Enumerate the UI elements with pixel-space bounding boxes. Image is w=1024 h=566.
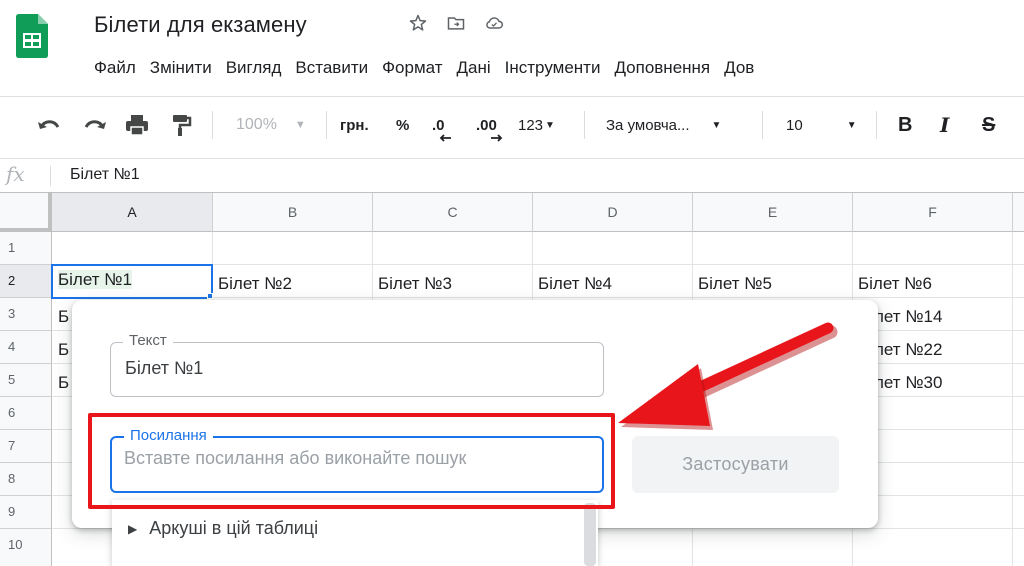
apply-button[interactable]: Застосувати xyxy=(632,436,839,493)
cell-a2[interactable]: Білет №1 xyxy=(51,264,213,299)
cell-d2[interactable]: Білет №4 xyxy=(538,274,612,294)
chevron-down-icon: ▼ xyxy=(545,119,555,131)
fill-handle[interactable] xyxy=(207,293,213,299)
percent-format-button[interactable]: % xyxy=(396,97,409,153)
move-to-folder-icon[interactable] xyxy=(444,11,468,35)
cell-f4[interactable]: лет №22 xyxy=(874,340,942,360)
increase-decimals-label: .00 xyxy=(476,116,497,134)
menu-tools[interactable]: Інструменти xyxy=(505,58,601,78)
link-text-field[interactable]: Текст Білет №1 xyxy=(110,332,604,397)
formula-input[interactable]: Білет №1 xyxy=(70,166,140,184)
menu-data[interactable]: Дані xyxy=(457,58,491,78)
font-family-select[interactable]: За умовча... ▼ xyxy=(606,97,721,153)
menu-bar: Файл Змінити Вигляд Вставити Формат Дані… xyxy=(94,58,768,78)
column-header-f[interactable]: F xyxy=(853,193,1013,232)
font-size-select[interactable]: 10 ▼ xyxy=(786,97,857,153)
chevron-down-icon: ▼ xyxy=(711,119,722,131)
zoom-value: 100% xyxy=(236,116,277,133)
chevron-down-icon: ▼ xyxy=(294,119,306,131)
row-header-8[interactable]: 8 xyxy=(0,463,52,496)
row-header-3[interactable]: 3 xyxy=(0,298,52,331)
number-format-select[interactable]: 123 ▼ xyxy=(518,97,555,153)
row-header-5[interactable]: 5 xyxy=(0,364,52,397)
paint-format-icon[interactable] xyxy=(170,97,192,153)
annotation-arrow-icon xyxy=(618,322,838,430)
sheets-in-spreadsheet-item[interactable]: ▶ Аркуші в цій таблиці xyxy=(128,518,318,539)
currency-format-button[interactable]: грн. xyxy=(340,97,369,153)
menu-insert[interactable]: Вставити xyxy=(295,58,368,78)
number-format-label: 123 xyxy=(518,116,544,134)
cell-f2[interactable]: Білет №6 xyxy=(858,274,932,294)
formula-bar: fx Білет №1 xyxy=(0,158,1024,192)
triangle-right-icon: ▶ xyxy=(128,521,138,536)
row-header-2[interactable]: 2 xyxy=(0,265,52,298)
print-icon[interactable] xyxy=(124,97,150,153)
sheets-logo-icon[interactable] xyxy=(16,14,48,58)
italic-button[interactable]: I xyxy=(940,97,949,153)
row-header-7[interactable]: 7 xyxy=(0,430,52,463)
menu-view[interactable]: Вигляд xyxy=(226,58,282,78)
cell-a3[interactable]: Б xyxy=(58,307,69,327)
cell-f5[interactable]: лет №30 xyxy=(874,373,942,393)
decrease-decimals-label: .0 xyxy=(432,116,445,134)
bold-button[interactable]: B xyxy=(898,97,912,153)
document-title[interactable]: Білети для екзамену xyxy=(94,12,307,38)
font-size-value: 10 xyxy=(786,116,803,134)
undo-icon[interactable] xyxy=(36,97,62,153)
row-header-1[interactable]: 1 xyxy=(0,232,52,265)
menu-format[interactable]: Формат xyxy=(382,58,442,78)
link-text-label: Текст xyxy=(123,332,173,349)
cell-f3[interactable]: лет №14 xyxy=(874,307,942,327)
menu-help[interactable]: Дов xyxy=(724,58,754,78)
sheets-in-spreadsheet-label: Аркуші в цій таблиці xyxy=(149,518,319,538)
decrease-decimals-button[interactable]: .0 xyxy=(432,97,451,153)
row-header-4[interactable]: 4 xyxy=(0,331,52,364)
star-icon[interactable] xyxy=(406,11,430,35)
chevron-down-icon: ▼ xyxy=(846,119,857,131)
redo-icon[interactable] xyxy=(82,97,108,153)
cell-c2[interactable]: Білет №3 xyxy=(378,274,452,294)
row-header-10[interactable]: 10 xyxy=(0,529,52,566)
fx-icon: fx xyxy=(6,162,25,186)
column-header-a[interactable]: A xyxy=(52,193,213,232)
select-all-corner[interactable] xyxy=(0,193,52,232)
link-suggestions-dropdown: ▶ Аркуші в цій таблиці xyxy=(112,500,598,566)
link-text-value: Білет №1 xyxy=(125,358,204,378)
toolbar: 100% ▼ грн. % .0 .00 123 ▼ За умовча... ▼ 1… xyxy=(0,96,1024,152)
zoom-select[interactable]: 100% ▼ xyxy=(236,97,306,153)
row-header-9[interactable]: 9 xyxy=(0,496,52,529)
cell-a4[interactable]: Б xyxy=(58,340,69,360)
annotation-highlight-box xyxy=(88,413,615,509)
column-header-c[interactable]: C xyxy=(373,193,533,232)
increase-decimals-button[interactable]: .00 xyxy=(476,97,503,153)
cloud-status-icon[interactable] xyxy=(482,11,506,35)
column-header-d[interactable]: D xyxy=(533,193,693,232)
cell-e2[interactable]: Білет №5 xyxy=(698,274,772,294)
row-header-6[interactable]: 6 xyxy=(0,397,52,430)
column-header-b[interactable]: B xyxy=(213,193,373,232)
strikethrough-button[interactable]: S xyxy=(982,97,995,153)
dropdown-scrollbar[interactable] xyxy=(584,503,596,566)
font-family-value: За умовча... xyxy=(606,116,690,134)
cell-a5[interactable]: Б xyxy=(58,373,69,393)
cell-b2[interactable]: Білет №2 xyxy=(218,274,292,294)
menu-file[interactable]: Файл xyxy=(94,58,136,78)
cell-a2-text: Білет №1 xyxy=(58,270,132,289)
menu-edit[interactable]: Змінити xyxy=(150,58,212,78)
column-header-e[interactable]: E xyxy=(693,193,853,232)
menu-addons[interactable]: Доповнення xyxy=(614,58,710,78)
column-header-g[interactable] xyxy=(1013,193,1024,232)
